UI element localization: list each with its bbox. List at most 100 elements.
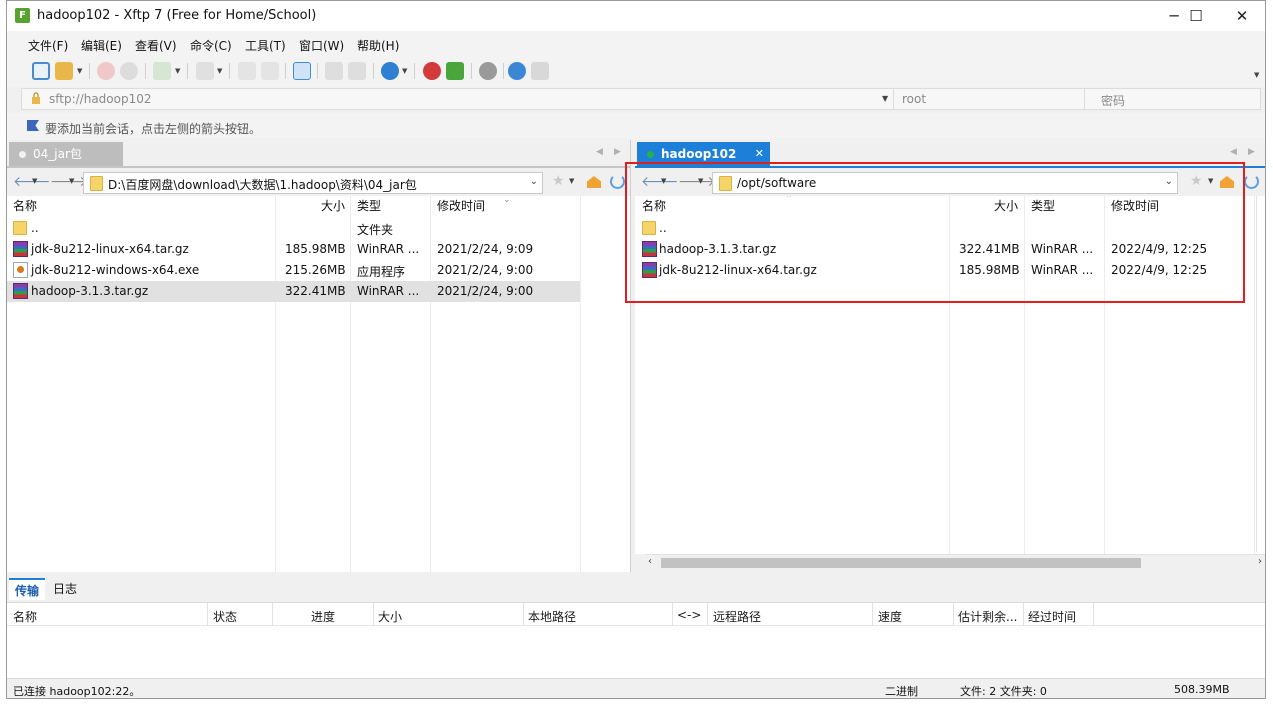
paste-icon[interactable] <box>261 62 279 80</box>
tab-log[interactable]: 日志 <box>47 578 83 600</box>
home-icon[interactable] <box>587 176 601 188</box>
xcol-eta[interactable]: 估计剩余... <box>958 608 1017 625</box>
globe-icon[interactable] <box>381 62 399 80</box>
username-field[interactable]: root <box>893 89 1083 109</box>
col-type[interactable]: 类型 <box>1031 196 1055 218</box>
bookmark-dropdown-icon[interactable]: ▼ <box>569 177 574 185</box>
address-input[interactable]: sftp://hadoop102 <box>49 92 152 106</box>
refresh-icon[interactable] <box>610 174 625 189</box>
sync-icon[interactable] <box>293 62 311 80</box>
disconnect-icon[interactable] <box>120 62 138 80</box>
menu-window[interactable]: 窗口(W) <box>299 37 344 54</box>
xcol-local-path[interactable]: 本地路径 <box>528 608 576 625</box>
path-dropdown-icon[interactable]: ⌄ <box>530 176 538 187</box>
remote-path-input[interactable]: /opt/software ⌄ <box>712 172 1178 194</box>
toolbar-overflow-icon[interactable]: ▼ <box>1254 71 1259 79</box>
tab-remote[interactable]: hadoop102 ✕ <box>637 142 770 166</box>
forward-dropdown-icon[interactable]: ▼ <box>69 177 74 185</box>
bookmark-dropdown-icon[interactable]: ▼ <box>1208 177 1213 185</box>
menu-edit[interactable]: 编辑(E) <box>81 37 122 54</box>
connect-icon[interactable] <box>97 62 115 80</box>
tab-prev-icon[interactable]: ◀ <box>1230 147 1237 157</box>
menu-command[interactable]: 命令(C) <box>190 37 232 54</box>
tab-prev-icon[interactable]: ◀ <box>596 147 603 157</box>
list-item[interactable]: jdk-8u212-linux-x64.tar.gz 185.98MB WinR… <box>635 260 1265 281</box>
close-button[interactable]: ✕ <box>1219 1 1265 31</box>
transfer-icon[interactable] <box>325 62 343 80</box>
chat-icon[interactable] <box>531 62 549 80</box>
xftp-new-icon[interactable] <box>446 62 464 80</box>
col-size[interactable]: 大小 <box>994 196 1018 218</box>
session-arrow-icon[interactable] <box>27 120 39 131</box>
xcol-remote-path[interactable]: 远程路径 <box>713 608 761 625</box>
tab-next-icon[interactable]: ▶ <box>1248 147 1255 157</box>
home-icon[interactable] <box>1220 176 1234 188</box>
col-size[interactable]: 大小 <box>321 196 345 218</box>
forward-dropdown-icon[interactable]: ▼ <box>698 177 703 185</box>
local-nav-bar: 🡐 ▼ 🡒 ▼ D:\百度网盘\download\大数据\1.hadoop\资料… <box>7 166 630 196</box>
path-dropdown-icon[interactable]: ⌄ <box>1165 176 1173 187</box>
tab-next-icon[interactable]: ▶ <box>614 147 621 157</box>
list-item[interactable]: .. <box>635 218 1265 239</box>
xcol-elapsed[interactable]: 经过时间 <box>1028 608 1076 625</box>
bookmark-icon[interactable]: ★ <box>552 173 565 189</box>
list-item[interactable]: jdk-8u212-windows-x64.exe 215.26MB 应用程序 … <box>7 260 630 281</box>
scroll-left-icon[interactable]: ‹ <box>648 556 652 567</box>
hint-text: 要添加当前会话，点击左侧的箭头按钮。 <box>45 122 262 136</box>
col-modified[interactable]: 修改时间 <box>437 196 485 218</box>
open-dropdown-icon[interactable]: ▼ <box>77 67 82 75</box>
terminal-dropdown-icon[interactable]: ▼ <box>217 67 222 75</box>
col-modified[interactable]: 修改时间 <box>1111 196 1159 218</box>
exe-icon <box>13 262 28 278</box>
xcol-name[interactable]: 名称 <box>13 608 37 625</box>
menu-view[interactable]: 查看(V) <box>135 37 177 54</box>
xcol-direction[interactable]: <-> <box>677 608 701 622</box>
total-size: 508.39MB <box>1174 683 1230 696</box>
menu-tools[interactable]: 工具(T) <box>245 37 286 54</box>
gear-icon[interactable] <box>479 62 497 80</box>
globe-dropdown-icon[interactable]: ▼ <box>402 67 407 75</box>
xcol-progress[interactable]: 进度 <box>311 608 335 625</box>
new-session-icon[interactable] <box>32 62 50 80</box>
new-tab-icon[interactable] <box>153 62 171 80</box>
xcol-status[interactable]: 状态 <box>213 608 237 625</box>
maximize-button[interactable]: ☐ <box>1173 1 1219 31</box>
back-dropdown-icon[interactable]: ▼ <box>661 177 666 185</box>
open-folder-icon[interactable] <box>55 62 73 80</box>
password-field[interactable]: 密码 <box>1084 89 1260 109</box>
queue-icon[interactable] <box>348 62 366 80</box>
col-type[interactable]: 类型 <box>357 196 381 218</box>
list-item[interactable]: jdk-8u212-linux-x64.tar.gz 185.98MB WinR… <box>7 239 630 260</box>
tab-close-icon[interactable]: ✕ <box>755 142 764 166</box>
list-item[interactable]: hadoop-3.1.3.tar.gz 322.41MB WinRAR ... … <box>635 239 1265 260</box>
tab-dropdown-icon[interactable]: ▼ <box>175 67 180 75</box>
menu-file[interactable]: 文件(F) <box>28 37 68 54</box>
address-dropdown-icon[interactable]: ▼ <box>882 94 888 103</box>
col-name[interactable]: 名称 <box>642 196 666 218</box>
status-bar: 已连接 hadoop102:22。 二进制 文件: 2 文件夹: 0 508.3… <box>7 678 1265 698</box>
transfer-mode[interactable]: 二进制 <box>885 683 918 698</box>
copy-icon[interactable] <box>238 62 256 80</box>
horizontal-scrollbar[interactable]: ‹ › <box>645 554 1265 571</box>
tab-transfer[interactable]: 传输 <box>9 578 46 600</box>
menu-help[interactable]: 帮助(H) <box>357 37 399 54</box>
back-dropdown-icon[interactable]: ▼ <box>32 177 37 185</box>
local-path-input[interactable]: D:\百度网盘\download\大数据\1.hadoop\资料\04_jar包… <box>83 172 543 194</box>
help-icon[interactable] <box>508 62 526 80</box>
bookmark-icon[interactable]: ★ <box>1190 173 1203 189</box>
file-count: 文件: 2 文件夹: 0 <box>960 685 1047 698</box>
toolbar: ▼ ▼ ▼ ▼ ▼ <box>7 57 1265 87</box>
xcol-size[interactable]: 大小 <box>378 608 402 625</box>
terminal-icon[interactable] <box>196 62 214 80</box>
forward-icon[interactable]: 🡒 <box>678 173 716 190</box>
xshell-icon[interactable] <box>423 62 441 80</box>
list-item[interactable]: .. 文件夹 <box>7 218 630 239</box>
scroll-right-icon[interactable]: › <box>1258 556 1262 567</box>
refresh-icon[interactable] <box>1244 174 1259 189</box>
list-item-selected[interactable]: hadoop-3.1.3.tar.gz 322.41MB WinRAR ... … <box>7 281 580 302</box>
xcol-speed[interactable]: 速度 <box>878 608 902 625</box>
col-name[interactable]: 名称 <box>13 196 37 218</box>
back-icon[interactable]: 🡐 <box>641 173 679 190</box>
tab-local[interactable]: 04_jar包 <box>9 142 123 166</box>
scroll-thumb[interactable] <box>661 558 1141 568</box>
